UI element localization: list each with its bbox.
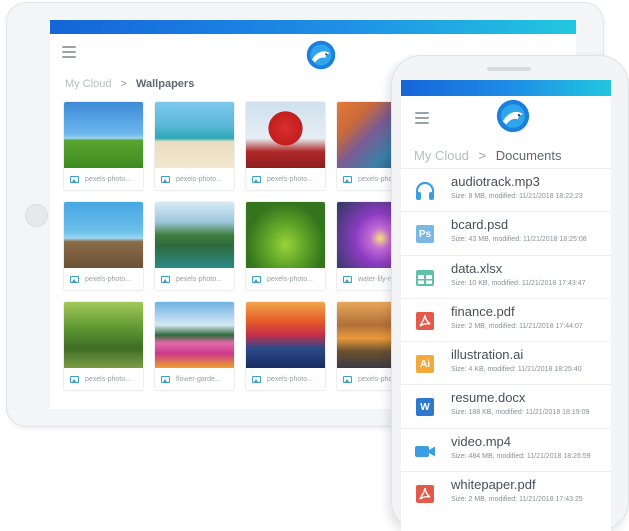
breadcrumb: My Cloud > Documents — [414, 148, 562, 163]
image-thumbnail — [246, 302, 325, 368]
image-tile[interactable]: pexels-photo... — [64, 102, 143, 190]
image-file-icon — [70, 275, 79, 283]
file-row[interactable]: Ps bcard.psd Size: 43 MB, modified: 11/2… — [401, 211, 611, 254]
breadcrumb-current: Documents — [495, 148, 562, 163]
tablet-header-accent-bar — [50, 20, 576, 34]
file-name: illustration.ai — [451, 347, 524, 363]
file-row[interactable]: Ai illustration.ai Size: 4 KB, modified:… — [401, 341, 611, 384]
image-file-icon — [343, 375, 352, 383]
spreadsheet-icon — [416, 269, 434, 286]
image-tile[interactable]: pexels-photo... — [246, 102, 325, 190]
file-meta: Size: 10 KB, modified: 11/21/2018 17:43:… — [451, 279, 586, 287]
phone-screen: My Cloud > Documents audiotrack.mp3 Size… — [401, 80, 611, 531]
pdf-icon — [416, 485, 434, 504]
breadcrumb-root[interactable]: My Cloud — [414, 148, 469, 163]
image-caption: flower-garde... — [176, 375, 221, 383]
file-name: finance.pdf — [451, 303, 515, 319]
image-thumbnail — [64, 302, 143, 368]
file-type-badge: W — [416, 398, 434, 417]
breadcrumb-current: Wallpapers — [136, 78, 195, 90]
file-row[interactable]: video.mp4 Size: 484 MB, modified: 11/21/… — [401, 427, 611, 471]
file-type-badge: Ai — [416, 355, 434, 374]
file-row[interactable]: audiotrack.mp3 Size: 8 MB, modified: 11/… — [401, 168, 611, 211]
file-meta: Size: 43 MB, modified: 11/21/2018 18:25:… — [451, 236, 587, 244]
image-thumbnail — [155, 302, 234, 368]
file-list: audiotrack.mp3 Size: 8 MB, modified: 11/… — [401, 168, 611, 514]
phone-speaker — [487, 67, 531, 71]
image-file-icon — [70, 175, 79, 183]
file-row[interactable]: finance.pdf Size: 2 MB, modified: 11/21/… — [401, 297, 611, 341]
headphones-icon — [415, 181, 435, 200]
breadcrumb-separator: > — [478, 148, 487, 163]
image-caption: pexels-photo... — [267, 275, 313, 283]
file-type-badge: Ps — [416, 225, 434, 244]
image-file-icon — [161, 275, 170, 283]
photoshop-file-icon: Ps — [413, 222, 437, 246]
image-tile[interactable]: flower-garde... — [155, 302, 234, 390]
file-name: resume.docx — [451, 390, 526, 406]
file-name: bcard.psd — [451, 217, 509, 233]
tablet-home-button — [25, 204, 48, 227]
file-meta: Size: 8 MB, modified: 11/21/2018 18:22:2… — [451, 193, 583, 200]
image-caption: pexels-photo... — [85, 175, 131, 183]
image-caption: pexels-photo... — [176, 175, 222, 183]
image-file-icon — [252, 375, 261, 383]
file-meta: Size: 188 KB, modified: 11/21/2018 18:19… — [451, 409, 590, 417]
illustrator-file-icon: Ai — [413, 352, 437, 376]
image-file-icon — [252, 175, 261, 183]
breadcrumb: My Cloud > Wallpapers — [65, 78, 194, 90]
phone-header-accent-bar — [401, 80, 611, 96]
image-thumbnail — [246, 202, 325, 268]
file-name: video.mp4 — [451, 433, 511, 449]
hamburger-menu-icon[interactable] — [62, 46, 76, 61]
file-name: audiotrack.mp3 — [451, 174, 540, 189]
image-thumbnail — [246, 102, 325, 168]
image-file-icon — [161, 175, 170, 183]
video-camera-icon — [415, 445, 435, 457]
image-caption: pexels-photo... — [85, 275, 131, 283]
file-meta: Size: 2 MB, modified: 11/21/2018 17:43:2… — [451, 496, 583, 504]
breadcrumb-root[interactable]: My Cloud — [65, 78, 111, 90]
file-meta: Size: 2 MB, modified: 11/21/2018 17:44:0… — [451, 322, 583, 330]
image-tile[interactable]: pexels-photo... — [64, 202, 143, 290]
hamburger-menu-icon[interactable] — [415, 112, 429, 127]
image-file-icon — [161, 375, 170, 383]
file-name: data.xlsx — [451, 260, 503, 276]
pdf-icon — [416, 311, 434, 330]
image-thumbnail — [155, 102, 234, 168]
file-meta: Size: 4 KB, modified: 11/21/2018 18:25:4… — [451, 366, 582, 374]
file-row[interactable]: whitepaper.pdf Size: 2 MB, modified: 11/… — [401, 471, 611, 514]
file-row[interactable]: data.xlsx Size: 10 KB, modified: 11/21/2… — [401, 254, 611, 298]
image-caption: pexels-photo... — [85, 375, 131, 383]
app-logo-icon — [306, 40, 336, 70]
phone-device: My Cloud > Documents audiotrack.mp3 Size… — [391, 55, 629, 531]
image-tile[interactable]: pexels-photo... — [155, 102, 234, 190]
breadcrumb-separator: > — [120, 78, 127, 90]
file-meta: Size: 484 MB, modified: 11/21/2018 18:26… — [451, 452, 591, 460]
image-thumbnail — [155, 202, 234, 268]
image-file-icon — [343, 275, 352, 283]
image-file-icon — [70, 375, 79, 383]
word-file-icon: W — [413, 395, 437, 419]
image-caption: pexels-photo... — [267, 175, 313, 183]
image-tile[interactable]: pexels-photo... — [155, 202, 234, 290]
app-logo-icon — [496, 99, 530, 133]
image-caption: pexels-photo... — [176, 275, 222, 283]
file-name: whitepaper.pdf — [451, 477, 536, 493]
image-file-icon — [343, 175, 352, 183]
image-caption: pexels-photo... — [267, 375, 313, 383]
image-file-icon — [252, 275, 261, 283]
image-tile[interactable]: pexels-photo... — [64, 302, 143, 390]
file-row[interactable]: W resume.docx Size: 188 KB, modified: 11… — [401, 384, 611, 427]
image-tile[interactable]: pexels-photo... — [246, 202, 325, 290]
image-thumbnail — [64, 102, 143, 168]
image-thumbnail — [64, 202, 143, 268]
image-tile[interactable]: pexels-photo... — [246, 302, 325, 390]
